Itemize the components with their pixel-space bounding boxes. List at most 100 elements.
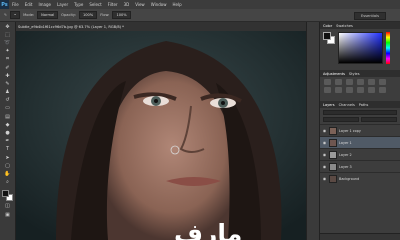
opacity-field[interactable]: 100% bbox=[78, 11, 98, 19]
blur-tool-icon[interactable]: ◆ bbox=[2, 121, 14, 128]
layer-row[interactable]: ◉ Layer 3 bbox=[320, 160, 400, 172]
dodge-tool-icon[interactable]: ● bbox=[2, 129, 14, 136]
tab-adjustments[interactable]: Adjustments bbox=[323, 72, 345, 76]
brightness-icon[interactable] bbox=[324, 79, 331, 85]
mode-select[interactable]: Normal bbox=[37, 11, 59, 19]
flow-field[interactable]: 100% bbox=[112, 11, 131, 19]
shape-tool-icon[interactable]: ▢ bbox=[2, 162, 14, 169]
layer-filter[interactable] bbox=[323, 110, 397, 115]
layer-name: Layer 3 bbox=[339, 164, 352, 169]
color-lookup-icon[interactable] bbox=[368, 87, 375, 93]
menu-file[interactable]: File bbox=[9, 2, 22, 7]
layer-opacity[interactable] bbox=[361, 117, 397, 122]
gradient-tool-icon[interactable]: ▤ bbox=[2, 113, 14, 120]
menu-type[interactable]: Type bbox=[71, 2, 86, 7]
move-tool-icon[interactable]: ✥ bbox=[2, 23, 14, 30]
color-field[interactable] bbox=[338, 32, 383, 64]
magic-wand-tool-icon[interactable]: ✦ bbox=[2, 48, 14, 55]
tab-styles[interactable]: Styles bbox=[349, 72, 360, 76]
menu-filter[interactable]: Filter bbox=[105, 2, 121, 7]
flow-label: Flow: bbox=[100, 13, 110, 17]
menu-window[interactable]: Window bbox=[148, 2, 170, 7]
brush-tool-icon[interactable]: ✎ bbox=[2, 80, 14, 87]
hand-tool-icon[interactable]: ✋ bbox=[2, 170, 14, 177]
color-panel-fg[interactable] bbox=[323, 32, 331, 40]
channel-mixer-icon[interactable] bbox=[357, 87, 364, 93]
tab-paths[interactable]: Paths bbox=[359, 103, 369, 107]
zoom-tool-icon[interactable]: ⌕ bbox=[2, 179, 14, 186]
levels-icon[interactable] bbox=[335, 79, 342, 85]
adjustments-grid bbox=[320, 77, 400, 101]
document-tab-label: Subtle_e9b4b1f61cc96d7b.jpg @ 63.7% (Lay… bbox=[18, 24, 124, 29]
layers-footer bbox=[320, 233, 400, 240]
clone-stamp-tool-icon[interactable]: ♟ bbox=[2, 89, 14, 96]
menu-edit[interactable]: Edit bbox=[22, 2, 36, 7]
app-logo: Ps bbox=[0, 0, 9, 9]
workspace-select[interactable]: Essentials bbox=[354, 12, 386, 20]
menu-image[interactable]: Image bbox=[35, 2, 54, 7]
menu-select[interactable]: Select bbox=[86, 2, 104, 7]
portrait-photo bbox=[16, 31, 306, 240]
black-white-icon[interactable] bbox=[335, 87, 342, 93]
type-tool-icon[interactable]: T bbox=[2, 146, 14, 153]
document-canvas[interactable]: مارف bbox=[16, 31, 306, 240]
panels-dock: Color Swatches Adjustments Styles Layers… bbox=[320, 22, 400, 240]
color-panel-swatches[interactable] bbox=[323, 32, 335, 44]
visibility-eye-icon[interactable]: ◉ bbox=[322, 152, 327, 157]
exposure-icon[interactable] bbox=[357, 79, 364, 85]
photo-filter-icon[interactable] bbox=[346, 87, 353, 93]
marquee-tool-icon[interactable]: ⬚ bbox=[2, 31, 14, 38]
visibility-eye-icon[interactable]: ◉ bbox=[322, 176, 327, 181]
layer-row[interactable]: ◉ Layer 1 copy bbox=[320, 124, 400, 136]
layers-controls bbox=[320, 108, 400, 124]
menu-view[interactable]: View bbox=[132, 2, 148, 7]
eraser-tool-icon[interactable]: ▭ bbox=[2, 105, 14, 112]
curves-icon[interactable] bbox=[346, 79, 353, 85]
brush-size-picker[interactable]: • bbox=[10, 11, 21, 19]
color-swatches[interactable] bbox=[1, 189, 14, 202]
tab-channels[interactable]: Channels bbox=[339, 103, 355, 107]
brush-tool-icon[interactable]: ✎ bbox=[4, 13, 7, 17]
tools-panel: ✥ ⬚ ➰ ✦ ⌗ ✐ ✚ ✎ ♟ ↺ ▭ ▤ ◆ ● ✒ T ➤ ▢ ✋ ⌕ … bbox=[0, 22, 16, 240]
watermark-text: مارف bbox=[174, 219, 243, 240]
tab-swatches[interactable]: Swatches bbox=[336, 24, 353, 28]
eyedropper-tool-icon[interactable]: ✐ bbox=[2, 64, 14, 71]
layer-row[interactable]: ◉ Layer 1 bbox=[320, 136, 400, 148]
opacity-label: Opacity: bbox=[61, 13, 76, 17]
mode-label: Mode: bbox=[23, 13, 35, 17]
tab-layers[interactable]: Layers bbox=[323, 103, 335, 107]
menu-3d[interactable]: 3D bbox=[121, 2, 133, 7]
invert-icon[interactable] bbox=[379, 87, 386, 93]
layer-row[interactable]: ◉ Background bbox=[320, 172, 400, 184]
lasso-tool-icon[interactable]: ➰ bbox=[2, 39, 14, 46]
document-tab[interactable]: Subtle_e9b4b1f61cc96d7b.jpg @ 63.7% (Lay… bbox=[16, 22, 306, 31]
blend-mode-select[interactable] bbox=[323, 117, 359, 122]
quick-mask-icon[interactable]: ◫ bbox=[2, 203, 14, 210]
menu-help[interactable]: Help bbox=[169, 2, 184, 7]
vibrance-icon[interactable] bbox=[368, 79, 375, 85]
pen-tool-icon[interactable]: ✒ bbox=[2, 138, 14, 145]
screen-mode-icon[interactable]: ▣ bbox=[2, 211, 14, 218]
foreground-color-swatch[interactable] bbox=[1, 189, 9, 197]
menu-bar: Ps File Edit Image Layer Type Select Fil… bbox=[0, 0, 400, 9]
crop-tool-icon[interactable]: ⌗ bbox=[2, 56, 14, 63]
visibility-eye-icon[interactable]: ◉ bbox=[322, 164, 327, 169]
adjustments-panel-tabs: Adjustments Styles bbox=[320, 70, 400, 77]
tab-color[interactable]: Color bbox=[323, 24, 332, 28]
hue-slider[interactable] bbox=[386, 32, 390, 64]
history-brush-tool-icon[interactable]: ↺ bbox=[2, 97, 14, 104]
color-picker bbox=[320, 29, 400, 70]
hue-saturation-icon[interactable] bbox=[379, 79, 386, 85]
layer-thumbnail bbox=[329, 126, 337, 135]
color-balance-icon[interactable] bbox=[324, 87, 331, 93]
layer-row[interactable]: ◉ Layer 2 bbox=[320, 148, 400, 160]
path-selection-tool-icon[interactable]: ➤ bbox=[2, 154, 14, 161]
layer-name: Layer 2 bbox=[339, 152, 352, 157]
visibility-eye-icon[interactable]: ◉ bbox=[322, 140, 327, 145]
healing-brush-tool-icon[interactable]: ✚ bbox=[2, 72, 14, 79]
layer-name: Layer 1 copy bbox=[339, 128, 361, 133]
panel-dock-strip bbox=[306, 22, 320, 240]
visibility-eye-icon[interactable]: ◉ bbox=[322, 128, 327, 133]
layer-thumbnail bbox=[329, 174, 337, 183]
menu-layer[interactable]: Layer bbox=[54, 2, 71, 7]
